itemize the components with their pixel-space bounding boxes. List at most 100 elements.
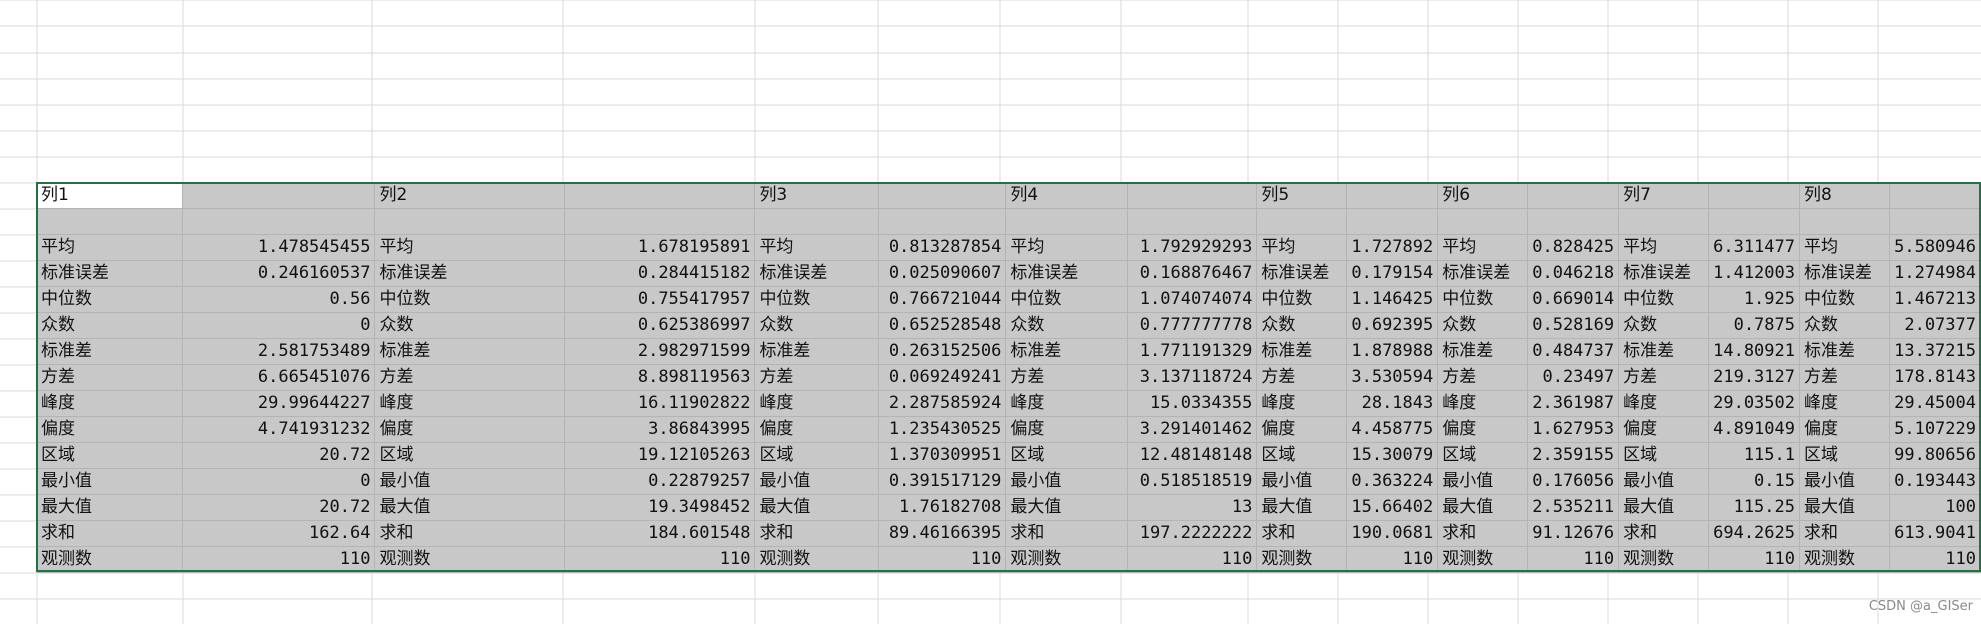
empty-cell[interactable] <box>1437 208 1529 235</box>
stat-value-cell[interactable]: 0.284415182 <box>564 260 756 287</box>
stat-label-cell[interactable]: 区域 <box>1005 442 1129 469</box>
stat-value-cell[interactable]: 6.311477 <box>1708 234 1800 261</box>
stat-value-cell[interactable]: 0.168876467 <box>1127 260 1258 287</box>
empty-cell[interactable] <box>1127 208 1258 235</box>
stat-value-cell[interactable]: 15.30079 <box>1346 442 1439 469</box>
stat-label-cell[interactable]: 最大值 <box>1799 494 1890 521</box>
stat-label-cell[interactable]: 标准误差 <box>754 260 880 287</box>
stat-label-cell[interactable]: 众数 <box>374 312 566 339</box>
stat-value-cell[interactable]: 2.982971599 <box>564 338 756 365</box>
stat-value-cell[interactable]: 694.2625 <box>1708 520 1800 547</box>
stat-value-cell[interactable]: 2.535211 <box>1527 494 1620 521</box>
empty-cell[interactable] <box>1346 183 1439 209</box>
stat-value-cell[interactable]: 0.518518519 <box>1127 468 1258 495</box>
column-header-3[interactable]: 列3 <box>754 183 880 209</box>
empty-cell[interactable] <box>37 208 184 235</box>
stat-value-cell[interactable]: 29.99644227 <box>182 390 376 417</box>
stat-label-cell[interactable]: 方差 <box>374 364 566 391</box>
stat-value-cell[interactable]: 190.0681 <box>1346 520 1439 547</box>
stat-label-cell[interactable]: 峰度 <box>37 390 184 417</box>
stat-label-cell[interactable]: 观测数 <box>1437 546 1529 573</box>
stat-value-cell[interactable]: 13 <box>1127 494 1258 521</box>
stat-value-cell[interactable]: 0.263152506 <box>878 338 1007 365</box>
stat-value-cell[interactable]: 0.391517129 <box>878 468 1007 495</box>
stat-value-cell[interactable]: 12.48148148 <box>1127 442 1258 469</box>
stat-label-cell[interactable]: 峰度 <box>1618 390 1710 417</box>
stat-value-cell[interactable]: 2.07377 <box>1889 312 1981 339</box>
stat-value-cell[interactable]: 16.11902822 <box>564 390 756 417</box>
stat-value-cell[interactable]: 1.074074074 <box>1127 286 1258 313</box>
stat-value-cell[interactable]: 14.80921 <box>1708 338 1800 365</box>
empty-cell[interactable] <box>1618 208 1710 235</box>
stat-value-cell[interactable]: 0 <box>182 468 376 495</box>
stat-value-cell[interactable]: 0.56 <box>182 286 376 313</box>
stat-label-cell[interactable]: 观测数 <box>1256 546 1348 573</box>
stat-label-cell[interactable]: 标准差 <box>1618 338 1710 365</box>
stat-label-cell[interactable]: 众数 <box>1799 312 1890 339</box>
empty-cell[interactable] <box>182 183 376 209</box>
stat-value-cell[interactable]: 1.370309951 <box>878 442 1007 469</box>
stat-label-cell[interactable]: 最大值 <box>754 494 880 521</box>
stat-value-cell[interactable]: 1.235430525 <box>878 416 1007 443</box>
stat-value-cell[interactable]: 1.467213 <box>1889 286 1981 313</box>
stat-value-cell[interactable]: 0.193443 <box>1889 468 1981 495</box>
stat-label-cell[interactable]: 求和 <box>37 520 184 547</box>
stat-value-cell[interactable]: 0.176056 <box>1527 468 1620 495</box>
stat-label-cell[interactable]: 区域 <box>374 442 566 469</box>
stat-label-cell[interactable]: 方差 <box>1437 364 1529 391</box>
stat-value-cell[interactable]: 0.669014 <box>1527 286 1620 313</box>
stat-label-cell[interactable]: 观测数 <box>37 546 184 573</box>
stat-value-cell[interactable]: 178.8143 <box>1889 364 1981 391</box>
stat-label-cell[interactable]: 求和 <box>1618 520 1710 547</box>
stat-value-cell[interactable]: 110 <box>182 546 376 573</box>
stat-label-cell[interactable]: 峰度 <box>1437 390 1529 417</box>
stat-label-cell[interactable]: 观测数 <box>374 546 566 573</box>
stat-label-cell[interactable]: 最小值 <box>1437 468 1529 495</box>
stat-value-cell[interactable]: 1.727892 <box>1346 234 1439 261</box>
stat-label-cell[interactable]: 中位数 <box>374 286 566 313</box>
stat-value-cell[interactable]: 1.412003 <box>1708 260 1800 287</box>
stat-label-cell[interactable]: 最大值 <box>37 494 184 521</box>
stat-value-cell[interactable]: 19.12105263 <box>564 442 756 469</box>
stat-value-cell[interactable]: 110 <box>1889 546 1981 573</box>
stat-label-cell[interactable]: 标准误差 <box>1256 260 1348 287</box>
stat-label-cell[interactable]: 众数 <box>37 312 184 339</box>
empty-cell[interactable] <box>1527 183 1620 209</box>
stat-value-cell[interactable]: 3.86843995 <box>564 416 756 443</box>
stat-label-cell[interactable]: 中位数 <box>754 286 880 313</box>
stat-label-cell[interactable]: 方差 <box>1799 364 1890 391</box>
stat-value-cell[interactable]: 0.777777778 <box>1127 312 1258 339</box>
stat-label-cell[interactable]: 求和 <box>374 520 566 547</box>
column-header-1[interactable]: 列1 <box>37 183 184 209</box>
stat-value-cell[interactable]: 0.528169 <box>1527 312 1620 339</box>
stat-value-cell[interactable]: 115.1 <box>1708 442 1800 469</box>
stat-value-cell[interactable]: 0.23497 <box>1527 364 1620 391</box>
stat-label-cell[interactable]: 众数 <box>754 312 880 339</box>
stat-value-cell[interactable]: 0.652528548 <box>878 312 1007 339</box>
empty-cell[interactable] <box>1708 208 1800 235</box>
stat-label-cell[interactable]: 最小值 <box>1005 468 1129 495</box>
stat-value-cell[interactable]: 0.484737 <box>1527 338 1620 365</box>
stat-label-cell[interactable]: 平均 <box>1437 234 1529 261</box>
stat-value-cell[interactable]: 5.107229 <box>1889 416 1981 443</box>
stat-value-cell[interactable]: 91.12676 <box>1527 520 1620 547</box>
column-header-7[interactable]: 列7 <box>1618 183 1710 209</box>
stat-label-cell[interactable]: 最大值 <box>1005 494 1129 521</box>
stat-label-cell[interactable]: 偏度 <box>37 416 184 443</box>
stat-value-cell[interactable]: 110 <box>878 546 1007 573</box>
stat-value-cell[interactable]: 20.72 <box>182 442 376 469</box>
stat-label-cell[interactable]: 区域 <box>1256 442 1348 469</box>
stat-value-cell[interactable]: 0.22879257 <box>564 468 756 495</box>
stat-value-cell[interactable]: 184.601548 <box>564 520 756 547</box>
empty-cell[interactable] <box>182 208 376 235</box>
stat-label-cell[interactable]: 最大值 <box>374 494 566 521</box>
empty-cell[interactable] <box>754 208 880 235</box>
stat-value-cell[interactable]: 13.37215 <box>1889 338 1981 365</box>
stat-label-cell[interactable]: 偏度 <box>1618 416 1710 443</box>
stat-value-cell[interactable]: 1.678195891 <box>564 234 756 261</box>
stat-label-cell[interactable]: 最小值 <box>1256 468 1348 495</box>
empty-cell[interactable] <box>878 208 1007 235</box>
empty-cell[interactable] <box>1005 208 1129 235</box>
stat-label-cell[interactable]: 最小值 <box>754 468 880 495</box>
stat-label-cell[interactable]: 偏度 <box>374 416 566 443</box>
